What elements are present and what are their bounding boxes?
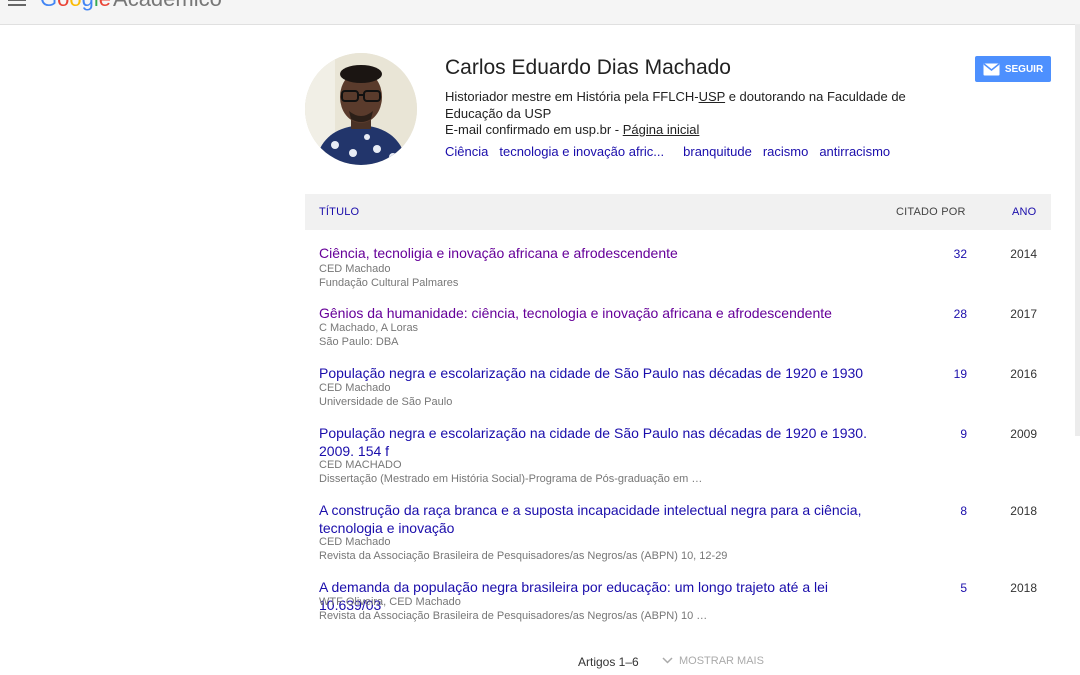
interest-link[interactable]: tecnologia e inovação afric...: [499, 144, 664, 159]
logo-letter: G: [40, 0, 57, 11]
sort-by-year[interactable]: ANO: [1012, 206, 1036, 218]
article-year: 2009: [1010, 427, 1037, 441]
interest-link[interactable]: antirracismo: [819, 144, 890, 159]
article-year: 2016: [1010, 367, 1037, 381]
article-year: 2018: [1010, 581, 1037, 595]
article-venue: Fundação Cultural Palmares: [319, 277, 459, 289]
avatar: [305, 53, 417, 165]
article-authors: CED Machado: [319, 382, 391, 394]
interest-link[interactable]: branquitude: [683, 144, 752, 159]
cited-by-count[interactable]: 19: [935, 367, 967, 381]
profile-email: E-mail confirmado em usp.br - Página ini…: [445, 122, 699, 137]
profile-affiliation: Historiador mestre em História pela FFLC…: [445, 88, 945, 122]
article-venue: Universidade de São Paulo: [319, 396, 453, 408]
profile-interests: Ciência tecnologia e inovação afric... bra…: [445, 144, 901, 159]
interest-link[interactable]: racismo: [763, 144, 809, 159]
pagination-footer: Artigos 1–6 MOSTRAR MAIS: [0, 655, 1080, 671]
cited-by-count[interactable]: 8: [935, 504, 967, 518]
article-authors: CED MACHADO: [319, 459, 402, 471]
chevron-down-icon: [662, 655, 673, 667]
logo-letter: e: [99, 0, 111, 11]
cited-by-count[interactable]: 32: [935, 247, 967, 261]
article-venue: Revista da Associação Brasileira de Pesq…: [319, 550, 728, 562]
show-more-button[interactable]: MOSTRAR MAIS: [662, 655, 764, 667]
profile-photo: [305, 53, 417, 165]
interest-link[interactable]: Ciência: [445, 144, 488, 159]
article-title[interactable]: Ciência, tecnoligia e inovação africana …: [319, 244, 879, 262]
show-more-label: MOSTRAR MAIS: [679, 655, 764, 667]
affiliation-text: Historiador mestre em História pela FFLC…: [445, 89, 699, 104]
sort-by-title[interactable]: TÍTULO: [319, 206, 359, 218]
articles-count: Artigos 1–6: [578, 655, 639, 669]
cited-by-count[interactable]: 28: [935, 307, 967, 321]
article-year: 2014: [1010, 247, 1037, 261]
article-year: 2018: [1010, 504, 1037, 518]
article-title[interactable]: Gênios da humanidade: ciência, tecnologi…: [319, 304, 879, 322]
affiliation-link[interactable]: USP: [699, 89, 726, 104]
mail-icon: [983, 62, 1000, 75]
article-venue: Dissertação (Mestrado em História Social…: [319, 473, 703, 485]
article-venue: São Paulo: DBA: [319, 336, 399, 348]
menu-icon[interactable]: [8, 0, 26, 8]
logo-letter: o: [57, 0, 69, 11]
logo[interactable]: GoogleAcadêmico: [40, 0, 222, 12]
article-title[interactable]: População negra e escolarização na cidad…: [319, 364, 879, 382]
email-text: E-mail confirmado em usp.br -: [445, 122, 623, 137]
logo-letter: g: [82, 0, 94, 11]
article-venue: Revista da Associação Brasileira de Pesq…: [319, 610, 708, 622]
sort-by-cited[interactable]: CITADO POR: [896, 206, 966, 218]
table-header: TÍTULO CITADO POR ANO: [305, 194, 1051, 230]
article-title[interactable]: A construção da raça branca e a suposta …: [319, 501, 879, 537]
logo-letter: o: [69, 0, 81, 11]
article-authors: WTF Oliveira, CED Machado: [319, 596, 461, 608]
top-bar: GoogleAcadêmico: [0, 0, 1080, 25]
logo-subtitle: Acadêmico: [113, 0, 222, 11]
article-year: 2017: [1010, 307, 1037, 321]
article-authors: CED Machado: [319, 263, 391, 275]
cited-by-count[interactable]: 5: [935, 581, 967, 595]
cited-by-count[interactable]: 9: [935, 427, 967, 441]
follow-label: SEGUIR: [1004, 63, 1044, 75]
profile-name: Carlos Eduardo Dias Machado: [445, 56, 731, 79]
follow-button[interactable]: SEGUIR: [975, 56, 1051, 82]
scrollbar[interactable]: [1075, 24, 1080, 436]
article-authors: C Machado, A Loras: [319, 322, 419, 334]
article-authors: CED Machado: [319, 536, 391, 548]
homepage-link[interactable]: Página inicial: [623, 122, 700, 137]
article-title[interactable]: População negra e escolarização na cidad…: [319, 424, 879, 460]
